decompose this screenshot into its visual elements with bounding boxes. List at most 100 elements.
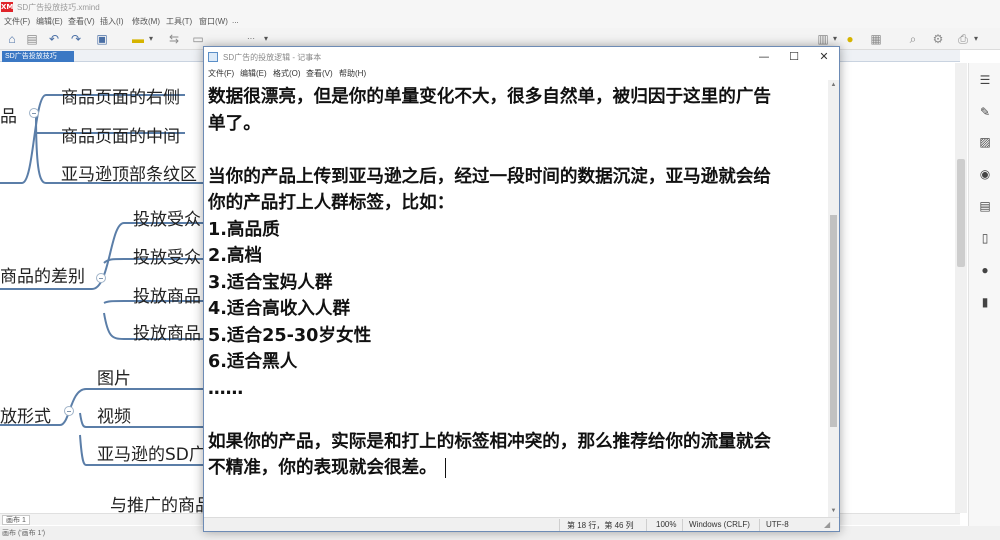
notepad-window-title: SD广告的投放逻辑 - 记事本 xyxy=(223,53,322,62)
topic-icon[interactable]: ▬ xyxy=(130,31,146,47)
settings-gear-icon[interactable]: ⚙ xyxy=(930,31,946,47)
resize-grip-icon[interactable]: ◢ xyxy=(824,520,830,529)
topic-parent-1[interactable]: 品 xyxy=(0,102,17,127)
zoom-search-icon[interactable]: ⌕ xyxy=(905,31,921,47)
collapse-toggle[interactable] xyxy=(64,406,74,416)
status-divider xyxy=(682,519,683,531)
present-icon[interactable]: ▥ xyxy=(815,31,831,47)
menu-window[interactable]: 窗口(W) xyxy=(199,16,228,27)
topic-child[interactable]: 投放商品 xyxy=(133,282,201,307)
encoding: UTF-8 xyxy=(766,520,789,529)
topic-partial[interactable]: 与推广的商品 xyxy=(110,491,212,513)
menu-modify[interactable]: 修改(M) xyxy=(132,16,160,27)
text-line: 6.适合黑人 xyxy=(208,352,298,372)
maximize-button[interactable]: ☐ xyxy=(779,49,809,65)
image-icon[interactable]: ▨ xyxy=(978,135,992,149)
xmind-right-panel: ☰ ✎ ▨ ◉ ▤ ▯ ● ▮ xyxy=(968,63,1000,540)
topic-child[interactable]: 商品页面的中间 xyxy=(61,122,180,147)
topic-child[interactable]: 投放受众 xyxy=(133,205,201,230)
scroll-up-arrow-icon[interactable]: ▲ xyxy=(828,80,839,91)
status-divider xyxy=(559,519,560,531)
topic-child[interactable]: 投放商品 xyxy=(133,319,201,344)
notepad-titlebar[interactable]: SD广告的投放逻辑 - 记事本 — ☐ ✕ xyxy=(204,47,839,67)
marker-icon[interactable]: ◉ xyxy=(978,167,992,181)
scrollbar-thumb[interactable] xyxy=(957,159,965,267)
notepad-vertical-scrollbar[interactable]: ▲ ▼ xyxy=(828,80,839,517)
scrollbar-thumb[interactable] xyxy=(830,215,837,427)
topic-child[interactable]: 视频 xyxy=(97,402,131,427)
notepad-text-area[interactable]: 数据很漂亮，但是你的单量变化不大，很多自然单，被归因于这里的广告 单了。 当你的… xyxy=(204,80,828,517)
text-line: 数据很漂亮，但是你的单量变化不大，很多自然单，被归因于这里的广告 xyxy=(208,87,772,107)
format-brush-icon[interactable]: ✎ xyxy=(978,105,992,119)
notepad-window[interactable]: SD广告的投放逻辑 - 记事本 — ☐ ✕ 文件(F) 编辑(E) 格式(O) … xyxy=(203,46,840,532)
menu-view[interactable]: 查看(V) xyxy=(68,16,95,27)
document-icon[interactable]: ▯ xyxy=(978,231,992,245)
notepad-app-icon xyxy=(208,52,218,62)
topic-parent-3[interactable]: 放形式 xyxy=(0,402,51,427)
menu-tools[interactable]: 工具(T) xyxy=(166,16,192,27)
menu-file[interactable]: 文件(F) xyxy=(4,16,30,27)
xmind-window-title: SD广告投放技巧.xmind xyxy=(17,2,100,12)
menu-edit[interactable]: 编辑(E) xyxy=(36,16,63,27)
relationship-icon[interactable]: ⇆ xyxy=(166,31,182,47)
collapse-toggle[interactable] xyxy=(29,108,39,118)
topic-child[interactable]: 投放受众 xyxy=(133,243,201,268)
cursor-position: 第 18 行，第 46 列 xyxy=(567,521,634,530)
np-menu-view[interactable]: 查看(V) xyxy=(306,68,333,79)
notes-icon[interactable]: ▤ xyxy=(978,199,992,213)
menu-more[interactable]: ... xyxy=(232,16,239,25)
text-line: 4.适合高收入人群 xyxy=(208,299,351,319)
export-icon[interactable]: ⎙ xyxy=(955,31,971,47)
text-caret xyxy=(444,458,446,478)
save-icon[interactable]: ▣ xyxy=(94,31,110,47)
more-dropdown-icon[interactable]: ▾ xyxy=(262,31,270,47)
text-line: 你的产品打上人群标签，比如： xyxy=(208,193,455,213)
redo-icon[interactable]: ↷ xyxy=(68,31,84,47)
topic-parent-2[interactable]: 商品的差别 xyxy=(0,262,85,287)
boundary-icon[interactable]: ▭ xyxy=(190,31,206,47)
topic-child[interactable]: 亚马逊的SD广 xyxy=(97,440,206,465)
export-dropdown-icon[interactable]: ▾ xyxy=(972,31,980,47)
notepad-menubar: 文件(F) 编辑(E) 格式(O) 查看(V) 帮助(H) xyxy=(204,67,839,80)
more-tools-icon[interactable]: ··· xyxy=(244,31,258,47)
np-menu-file[interactable]: 文件(F) xyxy=(208,68,234,79)
canvas-vertical-scrollbar[interactable] xyxy=(955,63,967,513)
layout-icon[interactable]: ▦ xyxy=(868,31,884,47)
xmind-logo-icon: XM xyxy=(1,2,14,12)
topic-child[interactable]: 图片 xyxy=(97,364,131,389)
topic-dropdown-icon[interactable]: ▾ xyxy=(147,31,155,47)
text-line: 2.高档 xyxy=(208,246,263,266)
sheet-tab[interactable]: 画布 1 xyxy=(2,515,30,525)
text-line: 如果你的产品，实际是和打上的标签相冲突的，那么推荐给你的流量就会 xyxy=(208,431,772,452)
clipboard-icon[interactable]: ▮ xyxy=(978,295,992,309)
text-line-content: 不精准，你的表现就会很差。 xyxy=(208,458,437,478)
status-divider xyxy=(646,519,647,531)
document-tab[interactable]: SD广告投放技巧 xyxy=(2,51,74,62)
text-line: 单了。 xyxy=(208,113,261,134)
np-menu-format[interactable]: 格式(O) xyxy=(273,68,301,79)
home-icon[interactable]: ⌂ xyxy=(4,31,20,47)
undo-icon[interactable]: ↶ xyxy=(46,31,62,47)
zoom-level: 100% xyxy=(656,520,677,529)
scroll-down-arrow-icon[interactable]: ▼ xyxy=(828,506,839,517)
xmind-titlebar: XM SD广告投放技巧.xmind xyxy=(0,0,1000,14)
open-folder-icon[interactable]: ▤ xyxy=(24,31,40,47)
topic-child[interactable]: 商品页面的右侧 xyxy=(61,83,180,108)
topic-child[interactable]: 亚马逊顶部条纹区 xyxy=(61,160,197,185)
menu-insert[interactable]: 插入(I) xyxy=(100,16,124,27)
xmind-menubar: 文件(F) 编辑(E) 查看(V) 插入(I) 修改(M) 工具(T) 窗口(W… xyxy=(0,14,1000,28)
np-menu-help[interactable]: 帮助(H) xyxy=(339,68,366,79)
text-line: …… xyxy=(208,378,244,399)
present-dropdown-icon[interactable]: ▾ xyxy=(831,31,839,47)
comment-icon[interactable]: ● xyxy=(978,263,992,277)
text-line-last: 不精准，你的表现就会很差。 xyxy=(208,455,828,482)
np-menu-edit[interactable]: 编辑(E) xyxy=(240,68,267,79)
status-divider xyxy=(759,519,760,531)
text-line: 当你的产品上传到亚马逊之后，经过一段时间的数据沉淀，亚马逊就会给 xyxy=(208,166,772,187)
collapse-toggle[interactable] xyxy=(96,273,106,283)
desktop: XM SD广告投放技巧.xmind 文件(F) 编辑(E) 查看(V) 插入(I… xyxy=(0,0,1000,540)
minimize-button[interactable]: — xyxy=(749,49,779,65)
idea-bulb-icon[interactable]: ● xyxy=(842,31,858,47)
close-button[interactable]: ✕ xyxy=(809,49,839,65)
outline-icon[interactable]: ☰ xyxy=(978,73,992,87)
